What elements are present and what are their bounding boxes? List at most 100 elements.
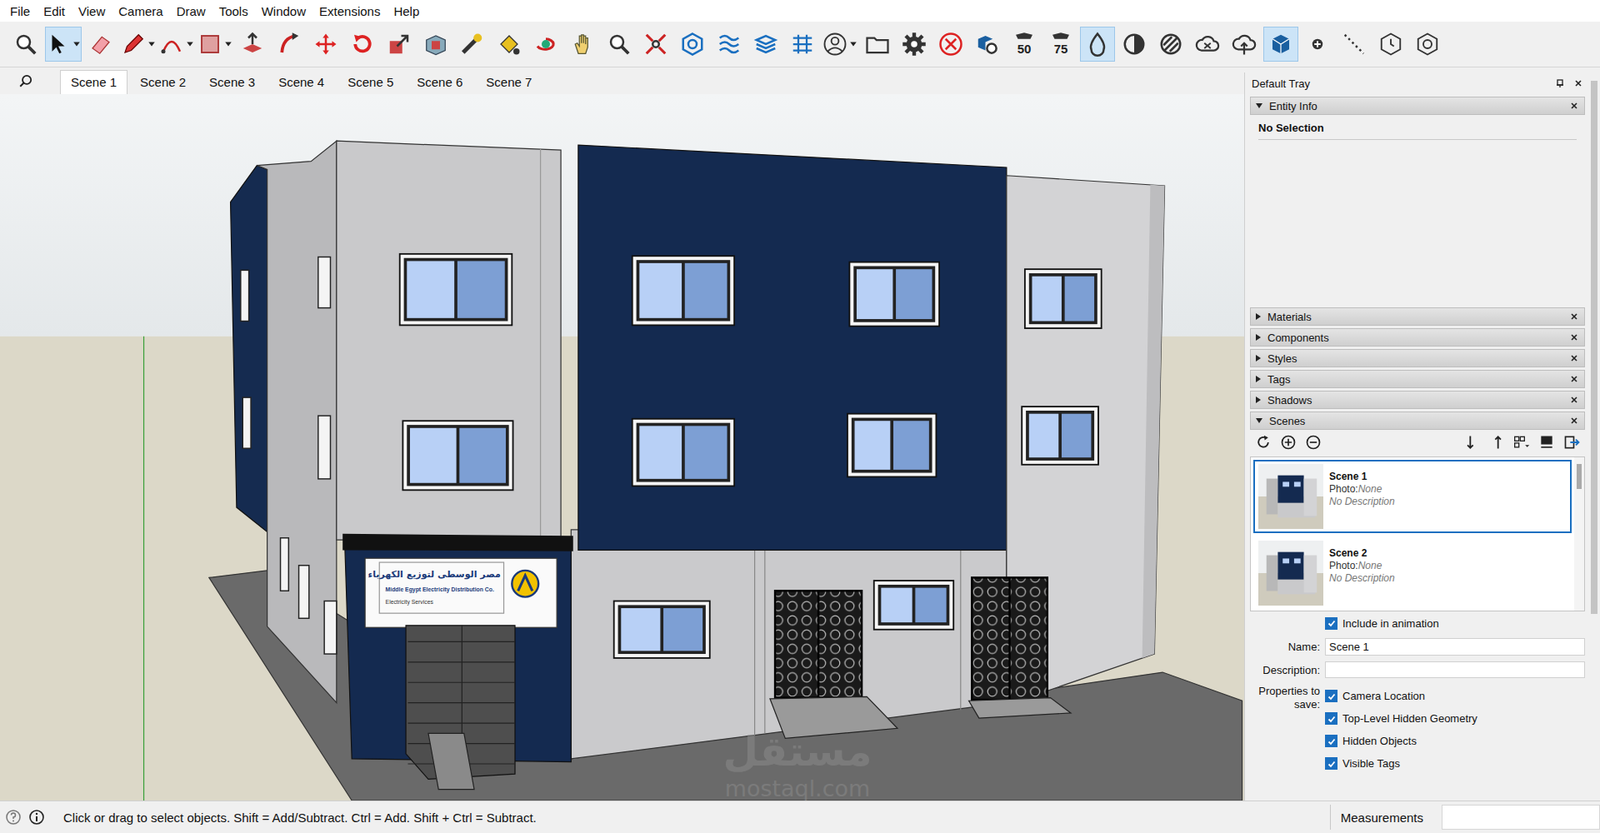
close-icon[interactable]	[1573, 78, 1584, 89]
panel-header[interactable]: Materials	[1250, 307, 1585, 326]
tool-button[interactable]	[271, 26, 307, 62]
tool-button[interactable]	[785, 26, 820, 62]
scene-row[interactable]: Scene 1 Photo:None No Description	[1253, 460, 1572, 534]
checkbox[interactable]	[1325, 757, 1338, 770]
scene-tab[interactable]: Scene 1	[60, 70, 128, 95]
menu-item[interactable]: View	[71, 2, 112, 20]
expand-arrow-icon[interactable]	[1255, 355, 1261, 362]
menu-item[interactable]: Window	[255, 2, 313, 20]
menu-item[interactable]: Draw	[170, 2, 213, 20]
expand-arrow-icon[interactable]	[1255, 418, 1263, 424]
menu-item[interactable]: Extensions	[312, 2, 387, 20]
tool-button[interactable]	[1410, 26, 1445, 62]
description-input[interactable]	[1325, 661, 1585, 679]
menu-item[interactable]: Camera	[111, 2, 170, 20]
checkbox[interactable]	[1325, 735, 1338, 748]
tool-button[interactable]	[158, 26, 195, 62]
close-icon[interactable]	[1569, 395, 1580, 405]
tool-button[interactable]	[235, 26, 270, 62]
help-icon[interactable]	[5, 809, 22, 826]
scene-tab[interactable]: Scene 7	[475, 70, 543, 95]
tool-button[interactable]	[1226, 26, 1262, 62]
close-icon[interactable]	[1569, 415, 1580, 426]
menu-item[interactable]: Help	[386, 2, 426, 20]
pin-icon[interactable]	[1555, 78, 1565, 89]
tool-button[interactable]	[1153, 26, 1189, 62]
tool-button[interactable]	[1190, 26, 1225, 62]
property-option[interactable]: Top-Level Hidden Geometry	[1325, 707, 1478, 730]
close-icon[interactable]	[1569, 100, 1580, 111]
scene-tab[interactable]: Scene 3	[198, 70, 266, 95]
dropdown-arrow-icon[interactable]	[185, 40, 195, 49]
expand-arrow-icon[interactable]	[1255, 103, 1263, 109]
close-icon[interactable]	[1569, 353, 1580, 364]
tool-button[interactable]	[748, 26, 784, 62]
tool-button[interactable]	[381, 26, 417, 62]
expand-arrow-icon[interactable]	[1255, 396, 1261, 404]
property-option[interactable]: Hidden Objects	[1325, 730, 1478, 753]
expand-arrow-icon[interactable]	[1255, 375, 1261, 383]
scene-tab[interactable]: Scene 6	[405, 70, 474, 95]
panel-header[interactable]: Components	[1250, 328, 1585, 347]
tool-button[interactable]	[601, 26, 637, 62]
panel-header[interactable]: Styles	[1250, 349, 1585, 368]
tool-button[interactable]	[821, 26, 859, 62]
tool-button[interactable]	[711, 26, 747, 62]
info-icon[interactable]	[28, 809, 45, 826]
tool-button[interactable]	[1336, 26, 1372, 62]
tool-button[interactable]	[933, 26, 969, 62]
panel-header[interactable]: Scenes	[1250, 411, 1585, 430]
property-option[interactable]: Camera Location	[1325, 685, 1478, 708]
measurements-input[interactable]	[1441, 805, 1600, 830]
tool-button[interactable]	[1080, 26, 1115, 62]
tool-button[interactable]	[638, 26, 674, 62]
scrollbar[interactable]	[1588, 72, 1600, 801]
close-icon[interactable]	[1569, 311, 1580, 322]
panel-header[interactable]: Tags	[1250, 370, 1585, 389]
refresh-icon[interactable]	[1255, 434, 1272, 451]
tool-button[interactable]	[565, 26, 600, 62]
scene-tab[interactable]: Scene 4	[267, 70, 335, 95]
tool-button[interactable]	[860, 26, 895, 62]
dropdown-arrow-icon[interactable]	[849, 40, 858, 49]
building-model[interactable]: مصر الوسطى لتوزيع الكهرباءMiddle Egypt E…	[0, 94, 1245, 801]
dropdown-arrow-icon[interactable]	[224, 40, 233, 49]
scrollbar[interactable]	[1574, 457, 1585, 611]
tool-button[interactable]	[896, 26, 932, 62]
add-icon[interactable]	[1280, 434, 1297, 451]
tool-button[interactable]	[1373, 26, 1409, 62]
scene-tab[interactable]: Scene 5	[336, 70, 405, 95]
dropdown-arrow-icon[interactable]	[72, 40, 81, 49]
remove-icon[interactable]	[1305, 434, 1322, 451]
expand-arrow-icon[interactable]	[1255, 334, 1261, 341]
tool-button[interactable]	[528, 26, 564, 62]
property-option[interactable]: Visible Tags	[1325, 752, 1478, 775]
panel-header[interactable]: Entity Info	[1250, 96, 1585, 115]
export-icon[interactable]	[1563, 434, 1580, 451]
search-icon[interactable]	[18, 73, 34, 89]
tool-button[interactable]	[418, 26, 454, 62]
checkbox[interactable]	[1325, 712, 1338, 725]
tool-button[interactable]	[491, 26, 527, 62]
panel-header[interactable]: Shadows	[1250, 390, 1585, 410]
details-icon[interactable]	[1538, 434, 1555, 451]
scene-tab[interactable]: Scene 2	[129, 70, 197, 95]
dropdown-arrow-icon[interactable]	[147, 40, 156, 49]
expand-arrow-icon[interactable]	[1255, 313, 1261, 320]
tool-button[interactable]	[1300, 26, 1335, 62]
tool-button[interactable]: 75	[1043, 26, 1079, 62]
tool-button[interactable]	[345, 26, 380, 62]
tool-button[interactable]	[455, 26, 490, 62]
options-icon[interactable]	[1513, 434, 1530, 451]
checkbox[interactable]	[1325, 617, 1338, 630]
up-icon[interactable]	[1488, 434, 1505, 451]
checkbox[interactable]	[1325, 690, 1338, 703]
down-icon[interactable]	[1463, 434, 1480, 451]
tool-button[interactable]	[1263, 26, 1299, 62]
tool-button[interactable]	[83, 26, 119, 62]
close-icon[interactable]	[1569, 374, 1580, 385]
close-icon[interactable]	[1569, 332, 1580, 343]
tool-button[interactable]	[196, 26, 234, 62]
tool-button[interactable]	[45, 26, 82, 62]
scene-row[interactable]: Scene 2 Photo:None No Description	[1253, 536, 1572, 610]
